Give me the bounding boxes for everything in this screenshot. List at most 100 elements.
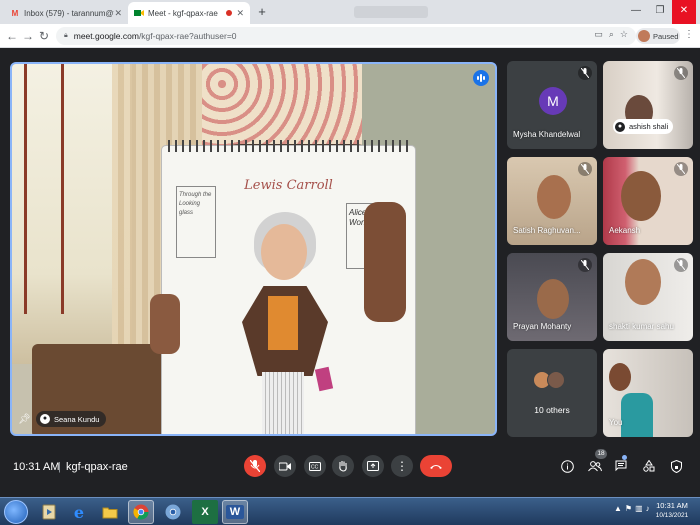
media-player-task[interactable] <box>36 500 62 524</box>
host-controls-button[interactable] <box>667 457 685 475</box>
chrome-task[interactable] <box>128 500 154 524</box>
ie-task[interactable]: e <box>66 500 92 524</box>
avatar: M <box>539 87 567 115</box>
close-icon[interactable]: ✕ <box>114 8 122 19</box>
close-icon[interactable]: ✕ <box>236 8 244 19</box>
meeting-details-button[interactable] <box>558 457 576 475</box>
activities-button[interactable] <box>640 457 658 475</box>
participant-tile[interactable]: ● ashish shali <box>603 61 693 149</box>
network-icon[interactable]: ▥ <box>635 504 643 513</box>
others-count-label: 10 others <box>534 405 570 415</box>
zoom-icon[interactable]: ⌕ <box>609 29 614 40</box>
participant-name: You <box>609 418 623 427</box>
presenter-hand-left <box>150 294 180 354</box>
flag-icon[interactable]: ⚑ <box>625 504 632 513</box>
figure-book <box>314 366 334 392</box>
windows-taskbar: e X W ▲ ⚑ ▥ ♪ 10:31 AM 10/13/2021 <box>0 497 700 525</box>
mic-off-icon <box>578 258 592 272</box>
chat-notification-dot <box>622 455 627 460</box>
cast-icon[interactable]: ▭ <box>594 29 603 40</box>
chat-icon <box>615 460 627 472</box>
taskbar-date: 10/13/2021 <box>655 512 689 519</box>
people-icon <box>588 460 602 471</box>
captions-button[interactable]: CC <box>304 455 326 477</box>
reload-icon[interactable]: ↻ <box>36 28 52 44</box>
window-close-button[interactable]: ✕ <box>672 0 696 24</box>
sketchbook-spiral <box>168 140 408 152</box>
divider: | <box>58 461 61 473</box>
raise-hand-button[interactable] <box>332 455 354 477</box>
browser-tab-bar: M Inbox (579) - tarannum@theindi ✕ Meet … <box>0 0 700 24</box>
back-icon[interactable]: ← <box>4 28 20 44</box>
participant-name: ashish shali <box>629 122 669 131</box>
camera-icon <box>279 462 291 470</box>
present-now-button[interactable] <box>362 455 384 477</box>
self-tile[interactable]: You <box>603 349 693 437</box>
participant-name: Mysha Khandelwal <box>513 130 581 139</box>
taskbar-time: 10:31 AM <box>656 501 688 510</box>
mic-off-icon <box>578 162 592 176</box>
chrome-icon <box>133 504 149 520</box>
mic-toggle-button[interactable] <box>244 455 266 477</box>
ie-icon: e <box>73 502 85 522</box>
lock-icon: 🔒︎ <box>64 32 68 39</box>
participant-face <box>625 259 661 305</box>
bookmark-star-icon[interactable]: ☆ <box>620 29 628 40</box>
figure-head <box>261 224 307 280</box>
presenter-video[interactable]: Lewis Carroll Through the Looking glass … <box>10 62 497 436</box>
tab-meet[interactable]: Meet - kgf-qpax-rae ✕ <box>128 2 250 24</box>
explorer-task[interactable] <box>97 500 123 524</box>
participant-tile[interactable]: shakti kumar sahu <box>603 253 693 341</box>
word-task[interactable]: W <box>222 500 248 524</box>
participant-tile[interactable]: Satish Raghuvan... <box>507 157 597 245</box>
tray-arrow-icon[interactable]: ▲ <box>614 504 622 513</box>
excel-task[interactable]: X <box>192 500 218 524</box>
camera-toggle-button[interactable] <box>274 455 296 477</box>
mic-off-icon <box>674 258 688 272</box>
taskbar-clock[interactable]: 10:31 AM 10/13/2021 <box>648 500 696 521</box>
hand-icon <box>339 461 347 472</box>
meet-stage: Lewis Carroll Through the Looking glass … <box>0 49 700 449</box>
browser-menu-icon[interactable]: ⋮ <box>684 29 694 40</box>
participant-name: Aekansh <box>609 226 641 235</box>
shapes-icon <box>643 460 655 472</box>
pin-icon[interactable]: 📌︎ <box>18 414 31 425</box>
info-icon <box>560 459 574 473</box>
profile-status: Paused <box>653 31 679 41</box>
participant-face <box>609 363 631 391</box>
chrome-alt-icon <box>165 504 181 520</box>
tab-gmail[interactable]: M Inbox (579) - tarannum@theindi ✕ <box>4 2 128 24</box>
more-options-button[interactable]: ⋮ <box>391 455 413 477</box>
address-bar[interactable]: 🔒︎ meet.google.com/kgf-qpax-rae?authuser… <box>56 27 636 45</box>
chat-button[interactable] <box>612 457 630 475</box>
mic-off-icon <box>578 66 592 80</box>
participants-button[interactable] <box>586 457 604 475</box>
svg-text:CC: CC <box>311 464 319 470</box>
avatar <box>638 30 650 42</box>
mic-off-icon <box>674 162 688 176</box>
new-tab-button[interactable]: + <box>254 4 270 20</box>
presenter-hand-right <box>364 202 406 322</box>
excel-icon: X <box>201 506 209 518</box>
profile-button[interactable]: Paused <box>636 28 680 44</box>
forward-icon[interactable]: → <box>20 28 36 44</box>
chrome-profile-task[interactable] <box>160 500 186 524</box>
tab-title: Meet - kgf-qpax-rae <box>148 8 218 18</box>
leave-call-button[interactable] <box>420 455 452 477</box>
avatar <box>547 371 565 389</box>
others-tile[interactable]: 10 others <box>507 349 597 437</box>
participant-face <box>621 171 661 221</box>
mic-icon: ● <box>615 121 625 132</box>
end-call-icon <box>430 464 442 469</box>
participant-tile[interactable]: M Mysha Khandelwal <box>507 61 597 149</box>
presenter-name-tag: ● Seana Kundu <box>36 411 107 427</box>
participant-tile[interactable]: Aekansh <box>603 157 693 245</box>
mic-off-icon <box>250 460 260 472</box>
participant-tile[interactable]: Prayan Mohanty <box>507 253 597 341</box>
start-button[interactable] <box>4 500 28 524</box>
media-player-icon <box>42 504 56 520</box>
maximize-button[interactable]: ❐ <box>648 0 672 24</box>
explorer-icon <box>102 507 118 518</box>
word-icon: W <box>225 505 245 519</box>
minimize-button[interactable]: — <box>624 0 648 24</box>
